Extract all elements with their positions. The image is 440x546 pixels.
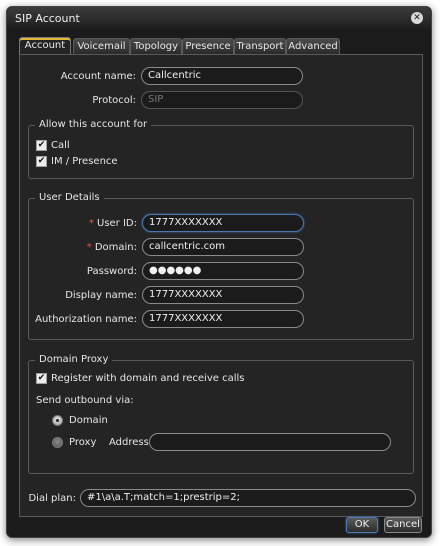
- im-presence-label: IM / Presence: [51, 156, 118, 167]
- sip-account-window: SIP Account ✕ Account Voicemail Topology…: [6, 6, 432, 538]
- address-label: Address:: [109, 437, 153, 448]
- password-input[interactable]: ●●●●●●: [142, 262, 304, 280]
- tab-account[interactable]: Account: [19, 37, 71, 55]
- check-icon: ✔: [37, 140, 46, 150]
- password-label: Password:: [86, 266, 137, 277]
- proxy-option-label: Proxy: [69, 437, 97, 448]
- tab-advanced[interactable]: Advanced: [286, 38, 340, 54]
- domain-label: * Domain:: [86, 242, 137, 253]
- domain-option-label: Domain: [69, 415, 108, 426]
- call-label: Call: [51, 140, 70, 151]
- account-name-input[interactable]: Callcentric: [141, 67, 303, 85]
- register-label: Register with domain and receive calls: [51, 373, 245, 384]
- send-outbound-label: Send outbound via:: [36, 395, 134, 406]
- protocol-field: SIP: [141, 91, 303, 109]
- allow-account-title: Allow this account for: [35, 119, 152, 130]
- ok-button[interactable]: OK: [346, 517, 378, 533]
- account-tab-panel: Account name: Callcentric Protocol: SIP …: [19, 54, 423, 517]
- tab-transport[interactable]: Transport: [234, 38, 286, 54]
- user-id-input[interactable]: 1777XXXXXXX: [142, 214, 304, 232]
- register-checkbox[interactable]: ✔: [36, 373, 47, 384]
- check-icon: ✔: [37, 373, 46, 383]
- proxy-address-input[interactable]: [149, 433, 391, 451]
- required-marker: *: [88, 218, 94, 229]
- check-icon: ✔: [37, 156, 46, 166]
- tab-topology[interactable]: Topology: [130, 38, 182, 54]
- call-checkbox[interactable]: ✔: [36, 140, 47, 151]
- user-id-label: * User ID:: [88, 218, 137, 229]
- cancel-button[interactable]: Cancel: [384, 517, 422, 533]
- required-marker: *: [86, 242, 92, 253]
- domain-proxy-title: Domain Proxy: [35, 354, 113, 365]
- title-bar: SIP Account ✕: [7, 7, 431, 29]
- authorization-name-label: Authorization name:: [35, 314, 137, 325]
- window-title: SIP Account: [15, 12, 80, 25]
- user-details-group: User Details * User ID: 1777XXXXXXX * Do…: [28, 192, 414, 340]
- domain-radio[interactable]: [52, 415, 63, 426]
- tab-presence[interactable]: Presence: [182, 38, 234, 54]
- authorization-name-input[interactable]: 1777XXXXXXX: [142, 310, 304, 328]
- dial-plan-label: Dial plan:: [28, 493, 76, 504]
- display-name-input[interactable]: 1777XXXXXXX: [142, 286, 304, 304]
- display-name-label: Display name:: [65, 290, 137, 301]
- im-presence-checkbox[interactable]: ✔: [36, 156, 47, 167]
- allow-account-group: Allow this account for ✔ Call ✔ IM / Pre…: [28, 119, 414, 179]
- user-details-title: User Details: [35, 192, 104, 203]
- protocol-label: Protocol:: [92, 95, 136, 106]
- proxy-radio[interactable]: [52, 437, 63, 448]
- domain-input[interactable]: callcentric.com: [142, 238, 304, 256]
- close-icon[interactable]: ✕: [411, 12, 423, 24]
- domain-proxy-group: Domain Proxy ✔ Register with domain and …: [28, 354, 414, 474]
- account-name-label: Account name:: [60, 71, 136, 82]
- tab-voicemail[interactable]: Voicemail: [73, 38, 130, 54]
- dial-plan-input[interactable]: #1\a\a.T;match=1;prestrip=2;: [80, 489, 416, 507]
